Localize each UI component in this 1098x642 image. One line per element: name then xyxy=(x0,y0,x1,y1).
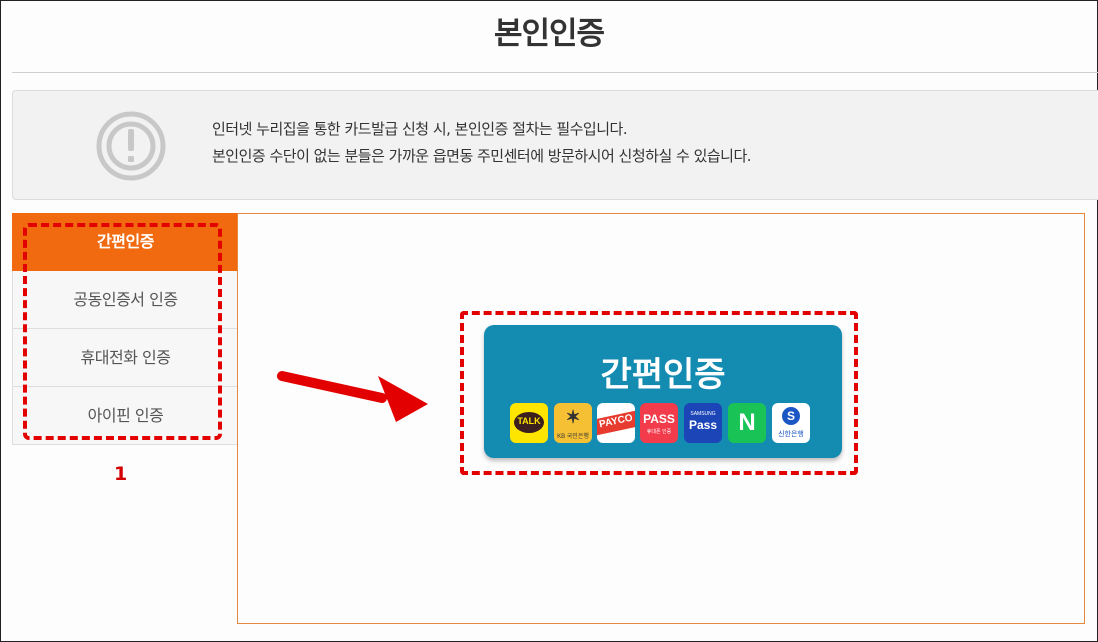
notice-text: 인터넷 누리집을 통한 카드발급 신청 시, 본인인증 절차는 필수입니다. 본… xyxy=(212,116,752,170)
samsung-pass-icon: SAMSUNG Pass xyxy=(684,403,722,443)
naver-icon: N xyxy=(728,403,766,443)
notice-line-1: 인터넷 누리집을 통한 카드발급 신청 시, 본인인증 절차는 필수입니다. xyxy=(212,120,628,138)
payco-icon: PAYCO xyxy=(597,403,635,443)
easy-auth-button-label: 간편인증 xyxy=(600,355,726,395)
red-arrow-icon xyxy=(277,371,428,422)
pass-icon: PASS 휴대폰 인증 xyxy=(640,403,678,443)
kakao-icon: TALK xyxy=(510,403,548,443)
easy-auth-button[interactable]: 간편인증 TALK ✶ KB 국민은행 PAYCO PASS 휴대폰 인증 SA… xyxy=(484,325,842,458)
kb-icon: ✶ KB 국민은행 xyxy=(554,403,592,443)
alert-circle-icon xyxy=(96,111,166,181)
step-number-label: 1 xyxy=(114,463,128,485)
page-title: 본인인증 xyxy=(493,16,605,52)
shinhan-icon: S 신한은행 xyxy=(772,403,810,443)
notice-line-2: 본인인증 수단이 없는 분들은 가까운 읍면동 주민센터에 방문하시어 신청하실… xyxy=(212,147,752,165)
tabs-highlight-box xyxy=(23,223,222,440)
notice-box: 인터넷 누리집을 통한 카드발급 신청 시, 본인인증 절차는 필수입니다. 본… xyxy=(12,90,1098,200)
title-divider xyxy=(12,72,1098,73)
